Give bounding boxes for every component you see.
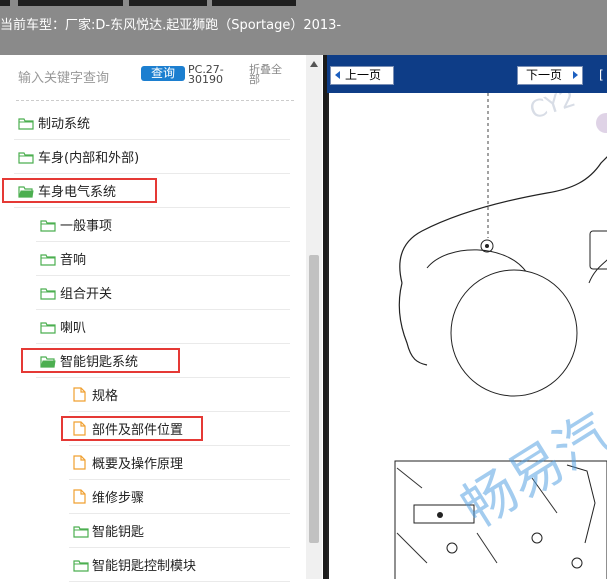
scroll-up-arrow-icon[interactable] <box>310 61 318 67</box>
highlight-box <box>61 416 203 441</box>
tree-item[interactable]: 音响 <box>36 241 290 276</box>
toolbar-button[interactable] <box>129 0 207 6</box>
module-connector <box>437 512 443 518</box>
tree-item[interactable]: 一般事项 <box>36 207 290 242</box>
tree-item[interactable]: 喇叭 <box>36 309 290 344</box>
diagram-svg: CY2 畅易汽 <box>327 84 607 579</box>
toolbar-button[interactable] <box>212 0 296 6</box>
tree-item-label: 组合开关 <box>60 287 113 302</box>
query-button[interactable]: 查询 <box>141 66 185 81</box>
wheel <box>450 269 578 397</box>
tree-item-label: 概要及操作原理 <box>92 457 184 472</box>
search-input[interactable]: 输入关键字查询 <box>18 67 109 86</box>
tree-item-label: 智能钥匙控制模块 <box>92 559 197 574</box>
tree-item-label: 音响 <box>60 253 87 268</box>
document-icon <box>73 387 88 402</box>
highlight-box <box>2 178 157 203</box>
door-handle <box>589 230 607 270</box>
search-row: 输入关键字查询 查询 PC.27-30190 折叠全部 <box>0 55 305 97</box>
folder-icon <box>73 557 89 572</box>
sidebar-scrollbar[interactable] <box>306 55 322 579</box>
current-vehicle: 当前车型：厂家:D-东风悦达.起亚狮跑（Sportage）2013- <box>0 14 341 33</box>
watermark-top: CY2 <box>526 93 579 125</box>
tree-item[interactable]: 维修步骤 <box>69 479 290 514</box>
tree-item-label: 喇叭 <box>60 321 87 336</box>
divider <box>16 100 294 101</box>
component-diagram: CY2 畅易汽 <box>327 84 607 579</box>
current-vehicle-label: 当前车型： <box>0 18 66 33</box>
prev-page-button[interactable]: 上一页 <box>330 66 394 85</box>
tree-item-label: 一般事项 <box>60 219 113 234</box>
viewer-extra: [ <box>599 68 604 82</box>
folder-icon <box>40 319 56 334</box>
tree-item[interactable]: 智能钥匙控制模块 <box>69 547 290 582</box>
document-viewer: 上一页 下一页 [ CY2 畅易汽 <box>327 55 607 579</box>
scrollbar-thumb[interactable] <box>309 255 319 543</box>
antenna-marker-dot <box>485 244 489 248</box>
next-page-button[interactable]: 下一页 <box>517 66 583 85</box>
folder-icon <box>73 523 89 538</box>
mirror-outline <box>588 259 607 284</box>
tree-item[interactable]: 概要及操作原理 <box>69 445 290 480</box>
bolt-1 <box>446 542 458 554</box>
toolbar-button[interactable] <box>18 0 123 6</box>
collapse-all-link[interactable]: 折叠全部 <box>249 64 289 85</box>
bolt-3 <box>571 557 583 569</box>
document-icon <box>73 489 88 504</box>
tree-item-label: 规格 <box>92 389 119 404</box>
toolbar-button[interactable] <box>0 0 10 6</box>
bolt-2 <box>531 532 543 544</box>
current-vehicle-value: 厂家:D-东风悦达.起亚狮跑（Sportage）2013- <box>65 18 342 33</box>
next-arrow-icon <box>573 71 578 79</box>
folder-icon <box>40 285 56 300</box>
highlight-box <box>21 348 180 373</box>
tree-item-label: 智能钥匙 <box>92 525 145 540</box>
title-bar: 当前车型：厂家:D-东风悦达.起亚狮跑（Sportage）2013- <box>0 0 607 55</box>
prev-page-label: 上一页 <box>345 68 382 82</box>
tree-item[interactable]: 车身(内部和外部) <box>14 139 290 174</box>
folder-icon <box>40 251 56 266</box>
tree-item[interactable]: 规格 <box>69 377 290 412</box>
tree-item-label: 维修步骤 <box>92 491 145 506</box>
tree-item[interactable]: 组合开关 <box>36 275 290 310</box>
viewer-toolbar: 上一页 下一页 [ <box>327 55 607 93</box>
folder-icon <box>40 217 56 232</box>
tree-item[interactable]: 制动系统 <box>14 105 290 140</box>
tree-item[interactable]: 智能钥匙 <box>69 513 290 548</box>
watermark-dot <box>596 113 607 133</box>
tree-item-label: 制动系统 <box>38 117 91 132</box>
document-icon <box>73 455 88 470</box>
prev-arrow-icon <box>335 71 340 79</box>
folder-icon <box>18 115 34 130</box>
catalog-sidebar: 输入关键字查询 查询 PC.27-30190 折叠全部 制动系统车身(内部和外部… <box>0 55 323 582</box>
folder-icon <box>18 149 34 164</box>
next-page-label: 下一页 <box>526 68 563 82</box>
tree-item-label: 车身(内部和外部) <box>38 151 140 166</box>
watermark-main: 畅易汽 <box>451 401 607 540</box>
vehicle-outline-front <box>398 282 428 366</box>
pc-code: PC.27-30190 <box>188 63 224 86</box>
